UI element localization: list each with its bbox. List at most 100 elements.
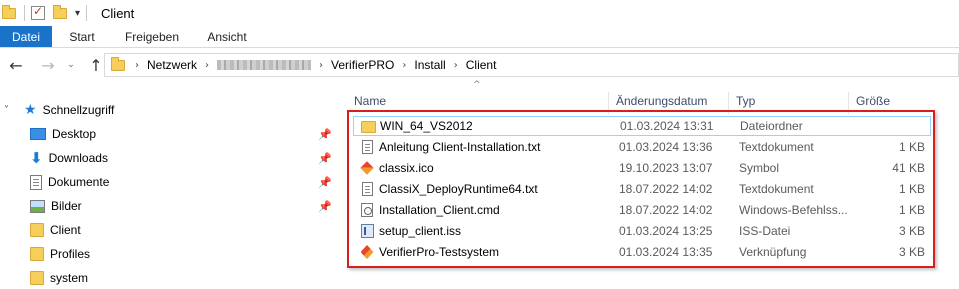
navigation-bar: ← → ⌄ ↑ › Netzwerk › › VerifierPRO › Ins… xyxy=(0,50,959,80)
breadcrumb-netzwerk[interactable]: Netzwerk xyxy=(147,58,197,72)
pictures-icon xyxy=(30,199,45,213)
breadcrumb-separator: › xyxy=(319,59,324,71)
file-row[interactable]: WIN_64_VS2012 01.03.2024 13:31 Dateiordn… xyxy=(353,116,931,136)
nav-item-label: Profiles xyxy=(50,247,91,261)
file-type: Symbol xyxy=(739,161,780,175)
file-row[interactable]: VerifierPro-Testsystem 01.03.2024 13:35 … xyxy=(353,242,931,262)
file-name: VerifierPro-Testsystem xyxy=(379,245,500,259)
properties-icon[interactable] xyxy=(31,4,45,20)
nav-item-label: Client xyxy=(50,223,81,237)
text-file-icon xyxy=(359,139,375,155)
nav-item-bilder[interactable]: Bilder 📌 xyxy=(30,194,340,218)
nav-quick-access[interactable]: ˅ ★ Schnellzugriff xyxy=(4,98,114,122)
file-date: 18.07.2022 14:02 xyxy=(619,203,713,217)
file-date: 01.03.2024 13:35 xyxy=(619,245,713,259)
folder-icon xyxy=(30,247,44,261)
ribbon-tabs: Datei Start Freigeben Ansicht xyxy=(0,26,959,48)
breadcrumb-verifierpro[interactable]: VerifierPRO xyxy=(331,58,394,72)
file-name: ClassiX_DeployRuntime64.txt xyxy=(379,182,538,196)
nav-item-downloads[interactable]: ⬇ Downloads 📌 xyxy=(30,146,340,170)
recent-locations-button[interactable]: ⌄ xyxy=(64,53,78,77)
star-icon: ★ xyxy=(24,102,37,118)
file-type: Dateiordner xyxy=(740,119,803,133)
title-separator-2 xyxy=(86,5,88,21)
nav-item-system[interactable]: system xyxy=(30,266,88,289)
customize-quick-access-icon[interactable]: ▾ xyxy=(75,8,80,19)
file-type: Textdokument xyxy=(739,182,814,196)
file-list: ^ Name Änderungsdatum Typ Größe WIN_64_V… xyxy=(346,80,959,289)
tab-freigeben[interactable]: Freigeben xyxy=(112,26,192,47)
highlight-frame: WIN_64_VS2012 01.03.2024 13:31 Dateiordn… xyxy=(347,110,935,268)
pin-icon[interactable]: 📌 xyxy=(318,128,332,141)
ico-file-icon xyxy=(359,160,375,176)
file-date: 01.03.2024 13:25 xyxy=(619,224,713,238)
title-separator xyxy=(24,5,25,21)
nav-item-dokumente[interactable]: Dokumente 📌 xyxy=(30,170,340,194)
iss-file-icon xyxy=(359,223,375,239)
file-size: 41 KB xyxy=(892,161,925,175)
nav-item-desktop[interactable]: Desktop 📌 xyxy=(30,122,340,146)
file-row[interactable]: Anleitung Client-Installation.txt 01.03.… xyxy=(353,137,931,157)
file-type: Windows-Befehlss... xyxy=(739,203,848,217)
breadcrumb-separator: › xyxy=(135,59,139,71)
nav-item-label: Desktop xyxy=(52,127,97,141)
nav-item-label: Dokumente xyxy=(48,175,110,189)
folder-icon xyxy=(2,4,18,20)
pin-icon[interactable]: 📌 xyxy=(318,200,332,213)
folder-icon xyxy=(111,56,125,71)
file-type: ISS-Datei xyxy=(739,224,791,238)
nav-item-client[interactable]: Client xyxy=(30,218,81,242)
title-bar: ▾ Client xyxy=(0,0,959,26)
desktop-icon xyxy=(30,128,46,140)
redacted-server-name xyxy=(217,60,312,70)
pin-icon[interactable]: 📌 xyxy=(318,152,332,165)
file-type: Verknüpfung xyxy=(739,245,807,259)
file-row[interactable]: Installation_Client.cmd 18.07.2022 14:02… xyxy=(353,200,931,220)
file-size: 1 KB xyxy=(898,182,925,196)
file-date: 01.03.2024 13:31 xyxy=(620,119,714,133)
breadcrumb-separator: › xyxy=(453,59,458,71)
folder-icon xyxy=(360,119,376,135)
breadcrumb-install[interactable]: Install xyxy=(414,58,445,72)
nav-item-profiles[interactable]: Profiles xyxy=(30,242,90,266)
new-folder-icon[interactable] xyxy=(53,4,69,20)
tab-datei[interactable]: Datei xyxy=(0,26,52,47)
text-file-icon xyxy=(359,181,375,197)
breadcrumb-separator: › xyxy=(205,59,210,71)
tab-ansicht[interactable]: Ansicht xyxy=(192,26,262,47)
file-size: 3 KB xyxy=(898,224,925,238)
file-name: Anleitung Client-Installation.txt xyxy=(379,140,541,154)
file-name: Installation_Client.cmd xyxy=(379,203,500,217)
forward-button[interactable]: → xyxy=(36,53,60,77)
navigation-pane: ˅ ★ Schnellzugriff Desktop 📌 ⬇ Downloads… xyxy=(0,98,340,289)
download-icon: ⬇ xyxy=(30,149,43,167)
file-row[interactable]: classix.ico 19.10.2023 13:07 Symbol 41 K… xyxy=(353,158,931,178)
file-size: 1 KB xyxy=(898,140,925,154)
file-name: classix.ico xyxy=(379,161,434,175)
file-size: 3 KB xyxy=(898,245,925,259)
cmd-file-icon xyxy=(359,202,375,218)
documents-icon xyxy=(30,174,42,190)
breadcrumb-separator: › xyxy=(402,59,407,71)
folder-icon xyxy=(30,223,44,237)
file-date: 01.03.2024 13:36 xyxy=(619,140,713,154)
file-row[interactable]: ClassiX_DeployRuntime64.txt 18.07.2022 1… xyxy=(353,179,931,199)
nav-item-label: Downloads xyxy=(48,151,108,165)
window-title: Client xyxy=(101,5,135,21)
file-name: WIN_64_VS2012 xyxy=(380,119,473,133)
file-row[interactable]: setup_client.iss 01.03.2024 13:25 ISS-Da… xyxy=(353,221,931,241)
address-bar[interactable]: › Netzwerk › › VerifierPRO › Install › C… xyxy=(104,53,959,77)
nav-quick-access-label: Schnellzugriff xyxy=(42,103,115,117)
file-size: 1 KB xyxy=(898,203,925,217)
breadcrumb-client[interactable]: Client xyxy=(466,58,497,72)
shortcut-icon xyxy=(359,244,375,260)
back-button[interactable]: ← xyxy=(4,53,28,77)
pin-icon[interactable]: 📌 xyxy=(318,176,332,189)
nav-item-label: system xyxy=(50,271,89,285)
expand-chevron-icon[interactable]: ˅ xyxy=(4,105,18,116)
file-name: setup_client.iss xyxy=(379,224,462,238)
tab-start[interactable]: Start xyxy=(52,26,112,47)
folder-icon xyxy=(30,271,44,285)
file-date: 18.07.2022 14:02 xyxy=(619,182,713,196)
nav-item-label: Bilder xyxy=(51,199,82,213)
